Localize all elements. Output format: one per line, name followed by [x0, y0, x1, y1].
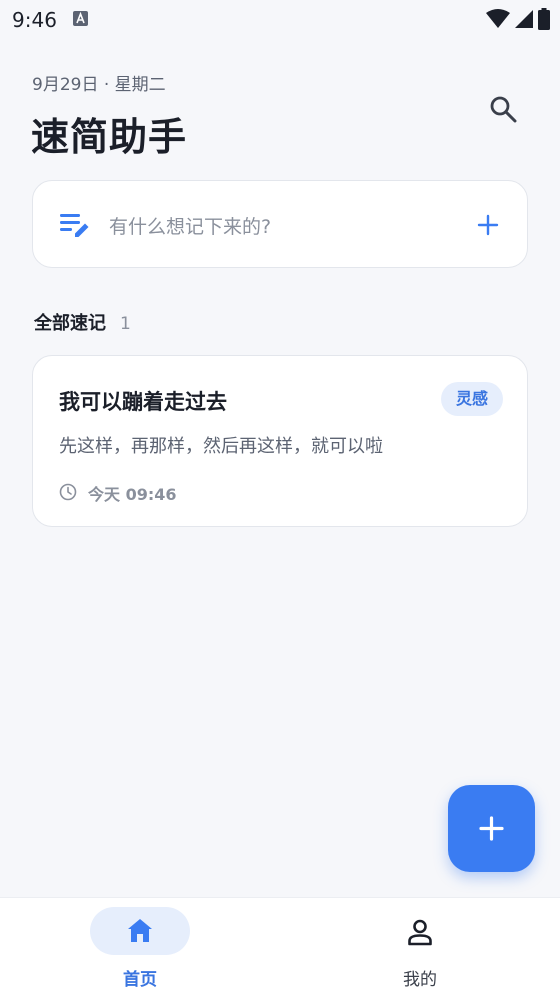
- status-indicators: [486, 8, 550, 30]
- section-header: 全部速记 1: [34, 309, 131, 335]
- battery-icon: [538, 8, 550, 30]
- note-body: 先这样，再那样，然后再这样，就可以啦: [59, 436, 383, 457]
- wifi-icon: [486, 9, 510, 28]
- section-count: 1: [120, 314, 131, 334]
- status-time: 9:46: [12, 8, 57, 32]
- note-title: 我可以蹦着走过去: [59, 390, 227, 414]
- clock-icon: [59, 483, 77, 501]
- nav-home-label[interactable]: 首页: [0, 965, 280, 990]
- bottom-nav: 首页 我的: [0, 897, 560, 997]
- notification-app-icon: [73, 11, 88, 26]
- note-timestamp: 今天 09:46: [88, 485, 177, 504]
- nav-me-label[interactable]: 我的: [280, 965, 560, 990]
- status-bar: 9:46: [0, 0, 560, 40]
- search-icon[interactable]: [488, 94, 518, 124]
- home-icon: [128, 919, 152, 942]
- header-date: 9月29日 · 星期二: [32, 75, 166, 95]
- plus-icon[interactable]: [476, 213, 500, 237]
- note-card[interactable]: 我可以蹦着走过去 灵感 先这样，再那样，然后再这样，就可以啦 今天 09:46: [32, 355, 528, 527]
- person-icon[interactable]: [406, 918, 434, 946]
- quick-input-placeholder[interactable]: 有什么想记下来的?: [109, 212, 271, 239]
- page-title: 速简助手: [31, 115, 188, 159]
- quick-note-input[interactable]: 有什么想记下来的?: [32, 180, 528, 268]
- add-note-button[interactable]: [448, 785, 535, 872]
- plus-icon: [479, 816, 504, 841]
- section-title: 全部速记: [34, 313, 106, 334]
- cell-signal-icon: [515, 10, 533, 28]
- nav-item-home[interactable]: [90, 907, 190, 955]
- note-tag-badge: 灵感: [441, 382, 503, 416]
- note-edit-icon: [60, 214, 89, 237]
